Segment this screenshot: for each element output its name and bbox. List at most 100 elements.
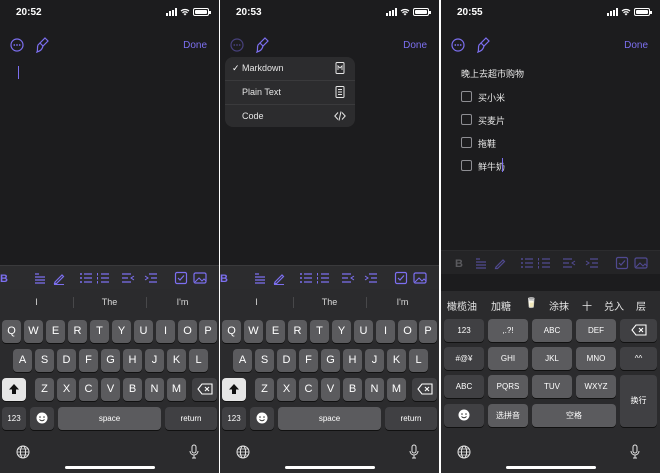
more-options-icon[interactable] bbox=[230, 38, 244, 52]
candidate-word[interactable]: 🥛 bbox=[525, 298, 537, 309]
checkbox[interactable] bbox=[461, 137, 472, 148]
microphone-icon[interactable] bbox=[630, 444, 640, 460]
key-w[interactable]: W bbox=[244, 320, 263, 343]
brush-icon[interactable] bbox=[36, 37, 50, 53]
brush-icon[interactable] bbox=[477, 37, 491, 53]
key-h[interactable]: H bbox=[123, 349, 142, 372]
newline-key[interactable]: 换行 bbox=[620, 375, 657, 427]
key-abc[interactable]: ABC bbox=[532, 319, 572, 342]
key-m[interactable]: M bbox=[167, 378, 186, 401]
key-d[interactable]: D bbox=[277, 349, 296, 372]
menu-item-markdown[interactable]: ✓ Markdown bbox=[225, 57, 355, 80]
suggestion-word[interactable]: I bbox=[220, 297, 293, 307]
globe-icon[interactable] bbox=[16, 445, 30, 459]
candidate-word[interactable]: 十 bbox=[582, 298, 592, 313]
key-p[interactable]: P bbox=[199, 320, 217, 343]
key-o[interactable]: O bbox=[178, 320, 197, 343]
key-r[interactable]: R bbox=[288, 320, 307, 343]
home-indicator[interactable] bbox=[64, 466, 155, 469]
brush-icon[interactable] bbox=[256, 37, 270, 53]
checkbox[interactable] bbox=[461, 91, 472, 102]
shift-key[interactable] bbox=[222, 378, 246, 401]
bold-icon[interactable]: B bbox=[220, 271, 234, 285]
note-title[interactable]: 晚上去超市购物 bbox=[461, 67, 524, 80]
outdent-icon[interactable] bbox=[341, 271, 355, 285]
delete-key[interactable] bbox=[412, 378, 437, 401]
checkbox-icon[interactable] bbox=[394, 271, 408, 285]
indent-icon[interactable] bbox=[144, 271, 158, 285]
key-v[interactable]: V bbox=[101, 378, 120, 401]
key-n[interactable]: N bbox=[365, 378, 384, 401]
highlight-text-icon[interactable] bbox=[33, 271, 47, 285]
suggestion-word[interactable]: I bbox=[0, 297, 73, 307]
key-f[interactable]: F bbox=[79, 349, 98, 372]
bullet-list-icon[interactable] bbox=[299, 271, 313, 285]
key-p[interactable]: P bbox=[419, 320, 437, 343]
key-u[interactable]: U bbox=[134, 320, 153, 343]
return-key[interactable]: return bbox=[385, 407, 437, 430]
image-icon[interactable] bbox=[634, 256, 648, 270]
numbers-key[interactable]: 123 bbox=[2, 407, 26, 430]
key-y[interactable]: Y bbox=[112, 320, 131, 343]
home-indicator[interactable] bbox=[505, 466, 596, 469]
key-wxyz[interactable]: WXYZ bbox=[576, 375, 616, 398]
numbered-list-icon[interactable] bbox=[537, 256, 551, 270]
emoji-key[interactable] bbox=[30, 407, 54, 430]
microphone-icon[interactable] bbox=[409, 444, 419, 460]
key-t[interactable]: T bbox=[90, 320, 109, 343]
key-r[interactable]: R bbox=[68, 320, 87, 343]
space-key[interactable]: 空格 bbox=[532, 404, 616, 427]
emoji-key[interactable] bbox=[250, 407, 274, 430]
indent-icon[interactable] bbox=[585, 256, 599, 270]
key-s[interactable]: S bbox=[35, 349, 54, 372]
key-k[interactable]: K bbox=[387, 349, 406, 372]
emoji-key[interactable] bbox=[444, 404, 484, 427]
key-l[interactable]: L bbox=[409, 349, 428, 372]
candidate-word[interactable]: 层 bbox=[636, 298, 646, 313]
outdent-icon[interactable] bbox=[121, 271, 135, 285]
key-q[interactable]: Q bbox=[2, 320, 21, 343]
candidate-word[interactable]: 加糖 bbox=[491, 298, 511, 313]
select-pinyin-key[interactable]: 选拼音 bbox=[488, 404, 528, 427]
key-j[interactable]: J bbox=[145, 349, 164, 372]
image-icon[interactable] bbox=[413, 271, 427, 285]
numbers-key[interactable]: 123 bbox=[444, 319, 484, 342]
key-n[interactable]: N bbox=[145, 378, 164, 401]
key-i[interactable]: I bbox=[156, 320, 175, 343]
numbers-key[interactable]: 123 bbox=[222, 407, 246, 430]
image-icon[interactable] bbox=[193, 271, 207, 285]
key-def[interactable]: DEF bbox=[576, 319, 616, 342]
key-o[interactable]: O bbox=[398, 320, 417, 343]
home-indicator[interactable] bbox=[284, 466, 375, 469]
candidate-word[interactable]: 涂抹 bbox=[549, 298, 569, 313]
space-key[interactable]: space bbox=[58, 407, 161, 430]
key-ghi[interactable]: GHI bbox=[488, 347, 528, 370]
key-k[interactable]: K bbox=[167, 349, 186, 372]
key-c[interactable]: C bbox=[79, 378, 98, 401]
key-v[interactable]: V bbox=[321, 378, 340, 401]
suggestion-word[interactable]: The bbox=[293, 297, 366, 307]
key-tuv[interactable]: TUV bbox=[532, 375, 572, 398]
outdent-icon[interactable] bbox=[562, 256, 576, 270]
key-x[interactable]: X bbox=[57, 378, 76, 401]
symbols-key[interactable]: #@¥ bbox=[444, 347, 484, 370]
numbered-list-icon[interactable] bbox=[316, 271, 330, 285]
more-options-icon[interactable] bbox=[451, 38, 465, 52]
key-c[interactable]: C bbox=[299, 378, 318, 401]
key-s[interactable]: S bbox=[255, 349, 274, 372]
key-a[interactable]: A bbox=[233, 349, 252, 372]
key-u[interactable]: U bbox=[354, 320, 373, 343]
pen-icon[interactable] bbox=[272, 271, 286, 285]
key-b[interactable]: B bbox=[123, 378, 142, 401]
highlight-text-icon[interactable] bbox=[474, 256, 488, 270]
key-l[interactable]: L bbox=[189, 349, 208, 372]
suggestion-word[interactable]: I'm bbox=[146, 297, 219, 307]
key-e[interactable]: E bbox=[46, 320, 65, 343]
key-jkl[interactable]: JKL bbox=[532, 347, 572, 370]
checkbox[interactable] bbox=[461, 160, 472, 171]
pen-icon[interactable] bbox=[493, 256, 507, 270]
key-i[interactable]: I bbox=[376, 320, 395, 343]
pen-icon[interactable] bbox=[52, 271, 66, 285]
key-e[interactable]: E bbox=[266, 320, 285, 343]
checkbox[interactable] bbox=[461, 114, 472, 125]
